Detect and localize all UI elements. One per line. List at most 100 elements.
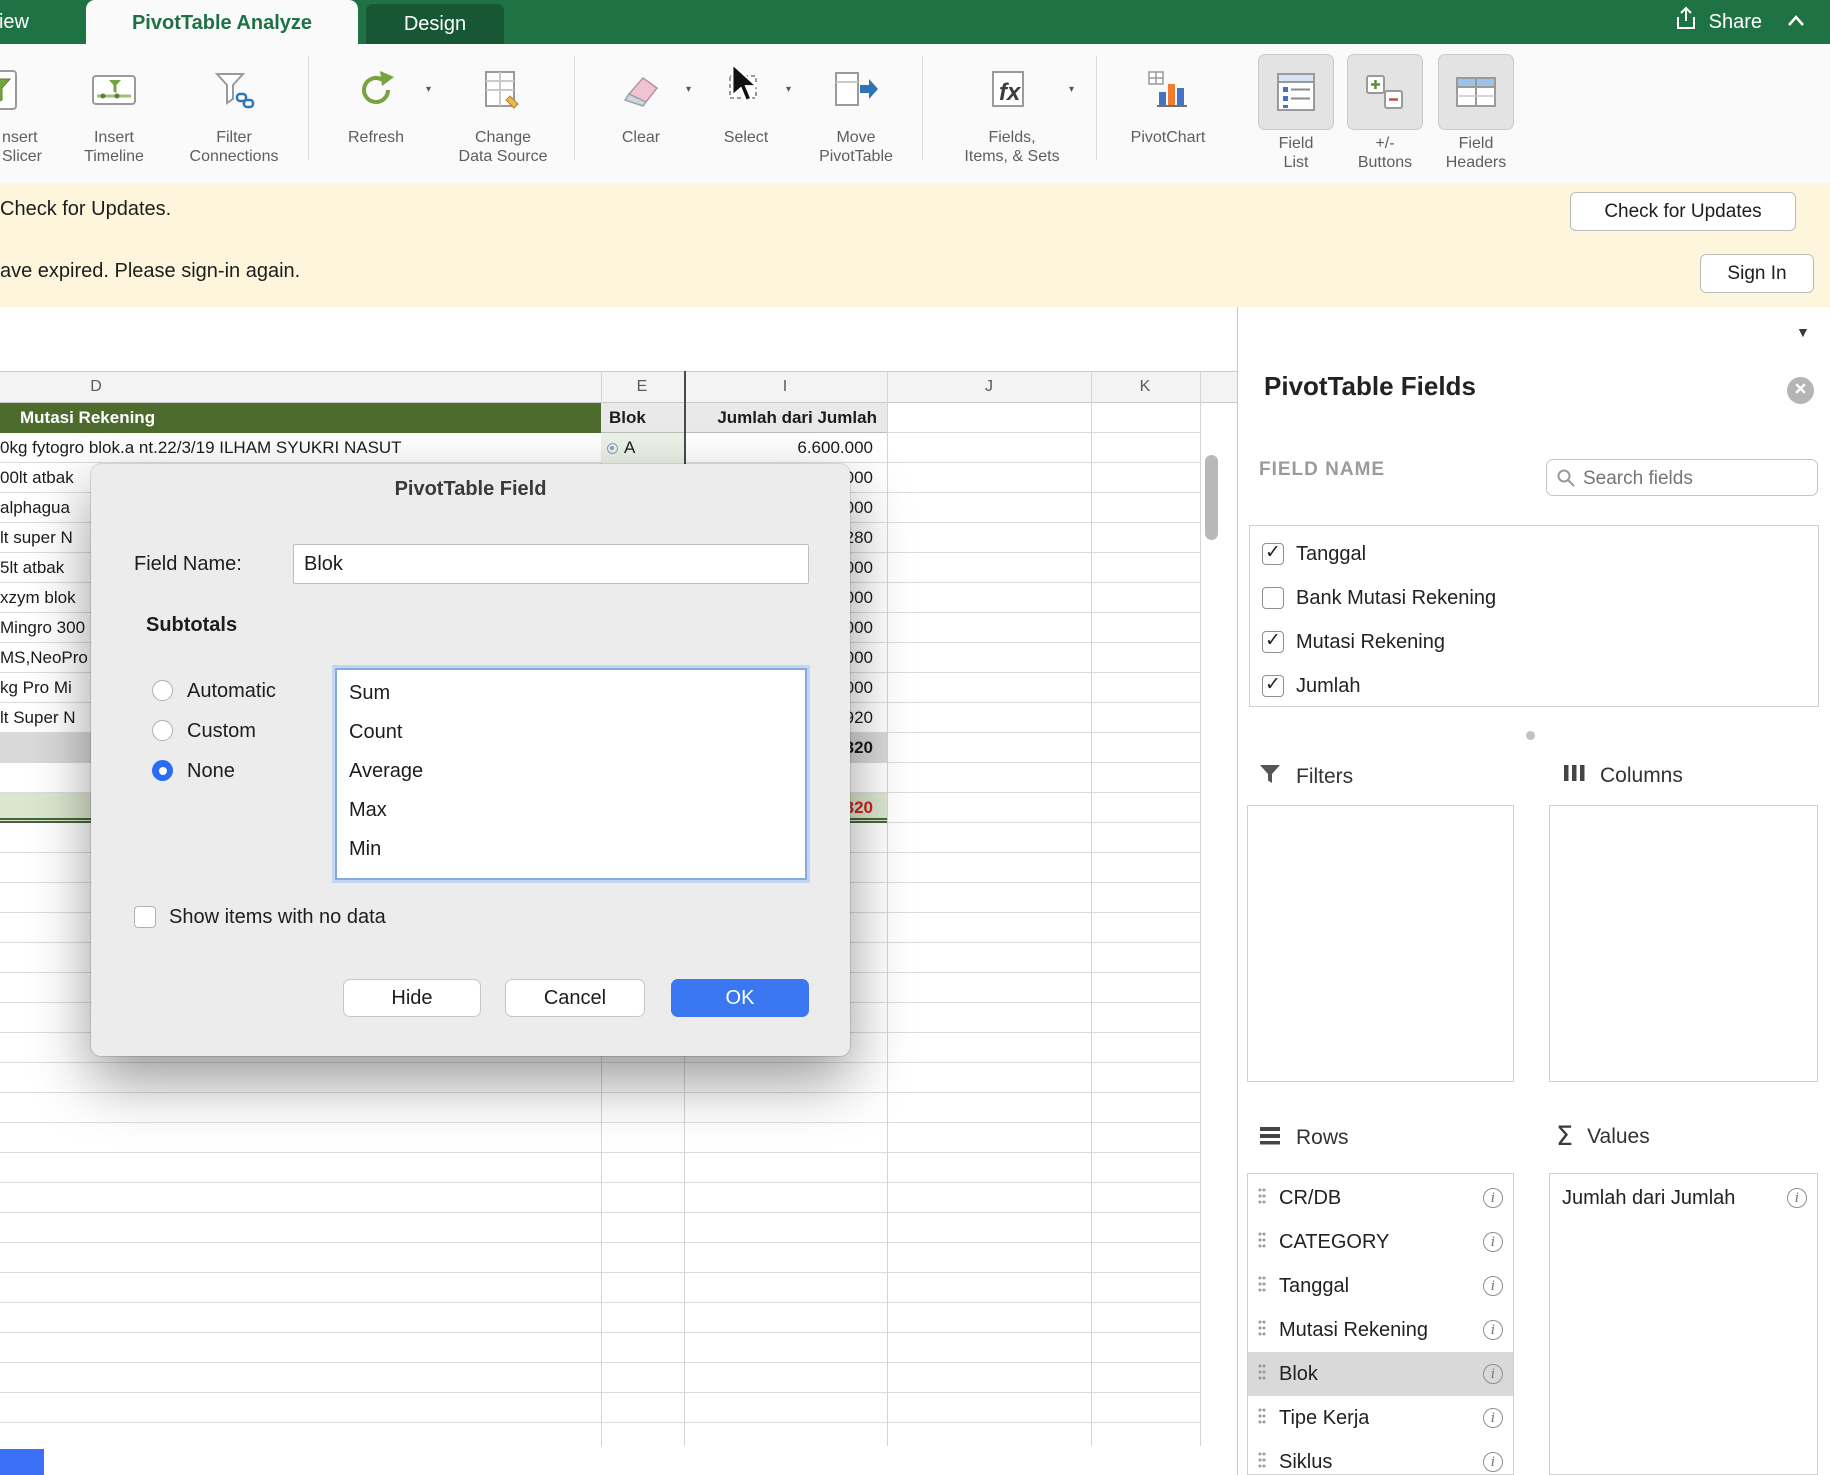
- filters-label: Filters: [1296, 765, 1353, 789]
- tab-design[interactable]: Design: [366, 4, 504, 44]
- columns-dropzone[interactable]: [1549, 805, 1818, 1082]
- info-icon[interactable]: [1483, 1452, 1503, 1472]
- column-header-d[interactable]: D: [79, 372, 113, 402]
- field-name-input[interactable]: [293, 544, 809, 584]
- functions-listbox[interactable]: Sum Count Average Max Min: [335, 668, 807, 880]
- radio-custom-label[interactable]: Custom: [187, 720, 256, 743]
- listbox-item-sum[interactable]: Sum: [337, 674, 805, 713]
- mutasi-rekening-checkbox[interactable]: [1262, 631, 1284, 653]
- tab-pivottable-analyze[interactable]: PivotTable Analyze: [86, 0, 358, 44]
- field-item-bank-mutasi-rekening[interactable]: Bank Mutasi Rekening: [1250, 576, 1818, 620]
- radio-none-label[interactable]: None: [187, 760, 235, 783]
- insert-timeline-button[interactable]: Insert Timeline: [62, 52, 166, 176]
- drag-handle-icon[interactable]: [1258, 1231, 1266, 1254]
- row-item-crdb[interactable]: CR/DB: [1248, 1176, 1513, 1220]
- drag-handle-icon[interactable]: [1258, 1451, 1266, 1474]
- cancel-button[interactable]: Cancel: [505, 979, 645, 1017]
- change-data-source-label: Change Data Source: [438, 128, 568, 166]
- column-header-j[interactable]: J: [972, 372, 1006, 402]
- gridline-col-i-j: [887, 371, 888, 1446]
- panel-resize-handle[interactable]: [1526, 731, 1535, 740]
- field-item-jumlah[interactable]: Jumlah: [1250, 664, 1818, 707]
- plus-minus-buttons-toggle[interactable]: +/- Buttons: [1342, 52, 1428, 176]
- insert-slicer-button[interactable]: nsert Slicer: [0, 52, 58, 176]
- cell-i-row1[interactable]: 6.600.000: [684, 433, 887, 463]
- fields-items-sets-button[interactable]: fx ▾ Fields, Items, & Sets: [936, 52, 1088, 176]
- panel-close-button[interactable]: [1787, 377, 1814, 404]
- refresh-dropdown-arrow-icon[interactable]: ▾: [426, 84, 431, 95]
- filter-connections-button[interactable]: Filter Connections: [166, 52, 302, 176]
- tab-view[interactable]: View: [0, 0, 29, 44]
- column-header-k[interactable]: K: [1128, 372, 1162, 402]
- drag-handle-icon[interactable]: [1258, 1407, 1266, 1430]
- row-item-tanggal[interactable]: Tanggal: [1248, 1264, 1513, 1308]
- radio-custom[interactable]: [152, 720, 173, 741]
- radio-none[interactable]: [152, 760, 173, 781]
- filters-dropzone[interactable]: [1247, 805, 1514, 1082]
- jumlah-checkbox[interactable]: [1262, 675, 1284, 697]
- column-header-e[interactable]: E: [625, 372, 659, 402]
- columns-icon: [1562, 763, 1586, 789]
- row-item-siklus[interactable]: Siklus: [1248, 1440, 1513, 1475]
- field-item-mutasi-rekening[interactable]: Mutasi Rekening: [1250, 620, 1818, 664]
- bank-mutasi-rekening-checkbox[interactable]: [1262, 587, 1284, 609]
- blok-cell-a[interactable]: A: [601, 433, 684, 463]
- move-pivottable-button[interactable]: Move PivotTable: [798, 52, 914, 176]
- info-icon[interactable]: [1787, 1188, 1807, 1208]
- row-item-tipe-kerja[interactable]: Tipe Kerja: [1248, 1396, 1513, 1440]
- field-item-tanggal[interactable]: Tanggal: [1250, 532, 1818, 576]
- check-for-updates-button[interactable]: Check for Updates: [1570, 192, 1796, 231]
- ribbon: nsert Slicer Insert Timeline Filter Conn…: [0, 44, 1830, 184]
- listbox-item-max[interactable]: Max: [337, 791, 805, 830]
- listbox-item-average[interactable]: Average: [337, 752, 805, 791]
- radio-automatic-label[interactable]: Automatic: [187, 680, 276, 703]
- info-icon[interactable]: [1483, 1232, 1503, 1252]
- radio-automatic[interactable]: [152, 680, 173, 701]
- info-icon[interactable]: [1483, 1408, 1503, 1428]
- info-icon[interactable]: [1483, 1320, 1503, 1340]
- fields-dropdown-arrow-icon[interactable]: ▾: [1069, 84, 1074, 95]
- rows-label: Rows: [1296, 1126, 1349, 1150]
- blok-header-cell[interactable]: Blok: [601, 403, 684, 433]
- search-fields-input[interactable]: [1581, 460, 1815, 497]
- refresh-button[interactable]: ▾ Refresh: [318, 52, 434, 176]
- clear-button[interactable]: ▾ Clear: [588, 52, 694, 176]
- info-icon[interactable]: [1483, 1364, 1503, 1384]
- column-header-i[interactable]: I: [768, 372, 802, 402]
- row-item-mutasi-rekening[interactable]: Mutasi Rekening: [1248, 1308, 1513, 1352]
- tanggal-checkbox[interactable]: [1262, 543, 1284, 565]
- pivot-header-cell[interactable]: Mutasi Rekening: [0, 403, 601, 433]
- chevron-up-icon[interactable]: [1786, 11, 1806, 34]
- select-dropdown-arrow-icon[interactable]: ▾: [786, 84, 791, 95]
- drag-handle-icon[interactable]: [1258, 1319, 1266, 1342]
- row-item-blok[interactable]: Blok: [1248, 1352, 1513, 1396]
- value-header-cell[interactable]: Jumlah dari Jumlah: [684, 403, 887, 433]
- clear-dropdown-arrow-icon[interactable]: ▾: [686, 84, 691, 95]
- show-items-label[interactable]: Show items with no data: [169, 906, 386, 929]
- ok-button[interactable]: OK: [671, 979, 809, 1017]
- show-items-checkbox[interactable]: [134, 906, 156, 928]
- drag-handle-icon[interactable]: [1258, 1363, 1266, 1386]
- drag-handle-icon[interactable]: [1258, 1187, 1266, 1210]
- info-icon[interactable]: [1483, 1276, 1503, 1296]
- change-data-source-button[interactable]: Change Data Source: [438, 52, 568, 176]
- row-item-category[interactable]: CATEGORY: [1248, 1220, 1513, 1264]
- drag-handle-icon[interactable]: [1258, 1275, 1266, 1298]
- listbox-item-count[interactable]: Count: [337, 713, 805, 752]
- vertical-scrollbar-thumb[interactable]: [1205, 455, 1218, 540]
- value-item-jumlah-dari-jumlah[interactable]: Jumlah dari Jumlah: [1550, 1176, 1817, 1220]
- pivot-item-marker-icon[interactable]: [607, 443, 618, 454]
- dialog-title: PivotTable Field: [91, 478, 850, 501]
- sign-in-button[interactable]: Sign In: [1700, 254, 1814, 293]
- info-icon[interactable]: [1483, 1188, 1503, 1208]
- strip-dropdown-arrow-icon[interactable]: ▼: [1796, 324, 1810, 340]
- field-name-label: Field Name:: [134, 553, 242, 576]
- search-fields-box[interactable]: [1546, 459, 1818, 496]
- cell-d-row1[interactable]: 0kg fytogro blok.a nt.22/3/19 ILHAM SYUK…: [0, 433, 601, 463]
- field-headers-toggle[interactable]: Field Headers: [1430, 52, 1522, 176]
- listbox-item-min[interactable]: Min: [337, 830, 805, 869]
- hide-button[interactable]: Hide: [343, 979, 481, 1017]
- pivotchart-button[interactable]: PivotChart: [1104, 52, 1232, 176]
- field-list-toggle[interactable]: Field List: [1252, 52, 1340, 176]
- share-button[interactable]: Share: [1673, 0, 1806, 44]
